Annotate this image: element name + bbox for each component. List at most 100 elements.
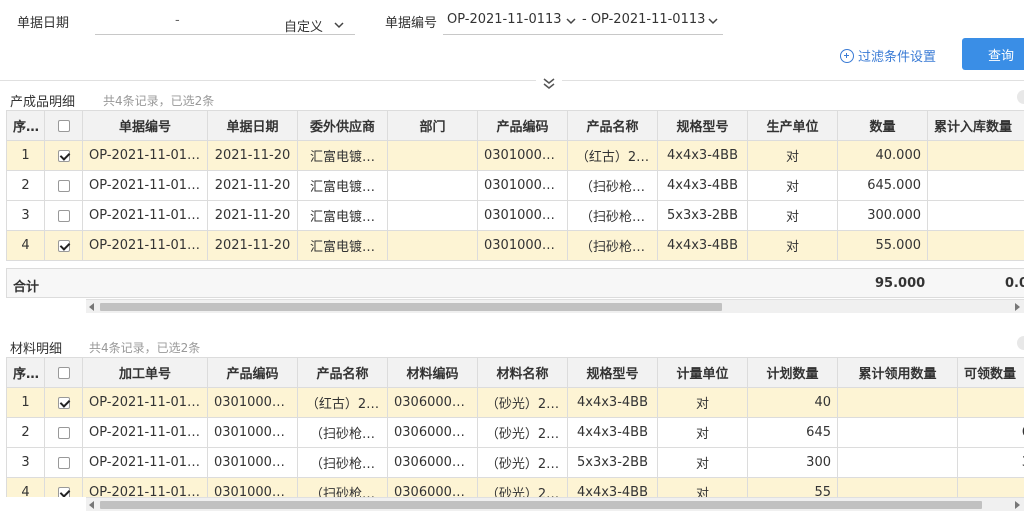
column-header[interactable]: 可领数量 xyxy=(957,357,1024,388)
table-header-row: 序号 单据编号 单据日期 委外供应商 部门 产品编码 产品名称 规格型号 生产单… xyxy=(6,110,1024,141)
available-qty-cell: 6 xyxy=(957,417,1024,448)
scroll-left-icon[interactable] xyxy=(89,303,94,311)
code-from-select[interactable]: OP-2021-11-0113 xyxy=(447,12,562,27)
row-select-cell[interactable] xyxy=(44,417,83,448)
cum-qty-cell xyxy=(927,230,1024,261)
column-header[interactable]: 规格型号 xyxy=(567,357,658,388)
material-name-cell: （砂光）2… xyxy=(477,477,568,497)
product-name-cell: （扫砂枪… xyxy=(567,230,658,261)
doc-date-cell: 2021-11-20 xyxy=(207,170,298,201)
row-select-cell[interactable] xyxy=(44,387,83,418)
doc-code-cell: OP-2021-11-0113 xyxy=(82,170,208,201)
settings-icon[interactable] xyxy=(1017,336,1024,350)
row-select-cell[interactable] xyxy=(44,200,83,231)
supplier-cell: 汇富电镀… xyxy=(297,230,388,261)
chevron-down-icon[interactable] xyxy=(333,19,345,31)
scrollbar-thumb[interactable] xyxy=(100,303,722,311)
row-select-cell[interactable] xyxy=(44,140,83,171)
column-header[interactable]: 计划数量 xyxy=(747,357,838,388)
column-header[interactable]: 计量单位 xyxy=(657,357,748,388)
row-checkbox[interactable] xyxy=(57,486,70,497)
table-row[interactable]: 1 OP-2021-11-0113 0301000141 （红古）2… 0306… xyxy=(6,387,1024,418)
code-range-field[interactable] xyxy=(443,34,723,35)
query-button[interactable]: 查询 xyxy=(962,38,1024,70)
material-code-cell: 0306000094 xyxy=(387,447,478,478)
date-mode-select[interactable]: 自定义 xyxy=(284,16,323,35)
spec-cell: 4x4x3-4BB xyxy=(657,140,748,171)
table-row[interactable]: 3 OP-2021-11-0113 2021-11-20 汇富电镀… 03010… xyxy=(6,200,1024,231)
order-code-cell: OP-2021-11-0113 xyxy=(82,447,208,478)
filter-settings-link[interactable]: 过滤条件设置 xyxy=(840,46,936,65)
row-checkbox[interactable] xyxy=(57,239,70,252)
column-header[interactable]: 序号 xyxy=(6,110,45,141)
row-select-cell[interactable] xyxy=(44,447,83,478)
select-all-cell[interactable] xyxy=(44,357,83,388)
row-checkbox[interactable] xyxy=(57,456,70,469)
double-chevron-down-icon[interactable] xyxy=(536,76,562,92)
order-code-cell: OP-2021-11-0113 xyxy=(82,417,208,448)
table-row[interactable]: 4 OP-2021-11-0113 0301000330 （扫砂枪… 03060… xyxy=(6,477,1024,497)
unit-cell: 对 xyxy=(747,140,838,171)
column-header[interactable]: 部门 xyxy=(387,110,478,141)
row-select-cell[interactable] xyxy=(44,477,83,497)
table-row[interactable]: 3 OP-2021-11-0113 0301000307 （扫砂枪… 03060… xyxy=(6,447,1024,478)
row-checkbox[interactable] xyxy=(57,396,70,409)
settings-icon[interactable] xyxy=(1017,90,1024,104)
column-header[interactable]: 累计领用数量 xyxy=(837,357,958,388)
cum-qty-cell xyxy=(927,170,1024,201)
row-checkbox[interactable] xyxy=(57,426,70,439)
material-code-cell: 0306000075 xyxy=(387,417,478,448)
column-header[interactable]: 材料名称 xyxy=(477,357,568,388)
material-horizontal-scrollbar[interactable] xyxy=(86,497,1024,511)
column-header[interactable]: 材料编码 xyxy=(387,357,478,388)
column-header[interactable]: 数量 xyxy=(837,110,928,141)
scrollbar-thumb[interactable] xyxy=(100,501,982,509)
product-horizontal-scrollbar[interactable] xyxy=(86,299,1024,313)
column-header[interactable]: 序号 xyxy=(6,357,45,388)
chevron-down-icon[interactable] xyxy=(707,15,719,27)
product-code-cell: 0301000141 xyxy=(207,387,298,418)
column-header[interactable]: 产品编码 xyxy=(477,110,568,141)
doc-date-cell: 2021-11-20 xyxy=(207,230,298,261)
column-header[interactable]: 单据日期 xyxy=(207,110,298,141)
row-select-cell[interactable] xyxy=(44,170,83,201)
cum-issued-cell xyxy=(837,447,958,478)
unit-cell: 对 xyxy=(657,387,748,418)
select-all-cell[interactable] xyxy=(44,110,83,141)
column-header[interactable]: 产品名称 xyxy=(567,110,658,141)
column-header[interactable]: 产品编码 xyxy=(207,357,298,388)
total-row: 合计 95.000 0.0 xyxy=(6,268,1024,298)
order-code-cell: OP-2021-11-0113 xyxy=(82,387,208,418)
scroll-right-icon[interactable] xyxy=(1015,501,1020,509)
column-header[interactable]: 累计入库数量 xyxy=(927,110,1024,141)
row-checkbox[interactable] xyxy=(57,149,70,162)
doc-date-cell: 2021-11-20 xyxy=(207,140,298,171)
column-header[interactable]: 单据编号 xyxy=(82,110,208,141)
column-header[interactable]: 委外供应商 xyxy=(297,110,388,141)
material-code-cell: 0306000077 xyxy=(387,477,478,497)
product-section-summary: 共4条记录，已选2条 xyxy=(103,94,215,108)
scroll-right-icon[interactable] xyxy=(1015,303,1020,311)
row-checkbox[interactable] xyxy=(57,179,70,192)
column-header[interactable]: 生产单位 xyxy=(747,110,838,141)
column-header[interactable]: 产品名称 xyxy=(297,357,388,388)
product-code-cell: 0301000309 xyxy=(477,170,568,201)
select-all-checkbox[interactable] xyxy=(57,119,70,132)
row-checkbox[interactable] xyxy=(57,209,70,222)
scroll-left-icon[interactable] xyxy=(89,501,94,509)
qty-cell: 40.000 xyxy=(837,140,928,171)
table-row[interactable]: 1 OP-2021-11-0113 2021-11-20 汇富电镀… 03010… xyxy=(6,140,1024,171)
row-index: 2 xyxy=(6,170,45,201)
chevron-down-icon[interactable] xyxy=(565,15,577,27)
material-section-title: 材料明细 xyxy=(10,342,63,357)
row-select-cell[interactable] xyxy=(44,230,83,261)
table-row[interactable]: 2 OP-2021-11-0113 0301000309 （扫砂枪… 03060… xyxy=(6,417,1024,448)
unit-cell: 对 xyxy=(747,200,838,231)
table-row[interactable]: 2 OP-2021-11-0113 2021-11-20 汇富电镀… 03010… xyxy=(6,170,1024,201)
column-header[interactable]: 加工单号 xyxy=(82,357,208,388)
unit-cell: 对 xyxy=(657,417,748,448)
column-header[interactable]: 规格型号 xyxy=(657,110,748,141)
select-all-checkbox[interactable] xyxy=(57,366,70,379)
table-row[interactable]: 4 OP-2021-11-0113 2021-11-20 汇富电镀… 03010… xyxy=(6,230,1024,261)
code-to-select[interactable]: - OP-2021-11-0113 xyxy=(582,12,705,27)
